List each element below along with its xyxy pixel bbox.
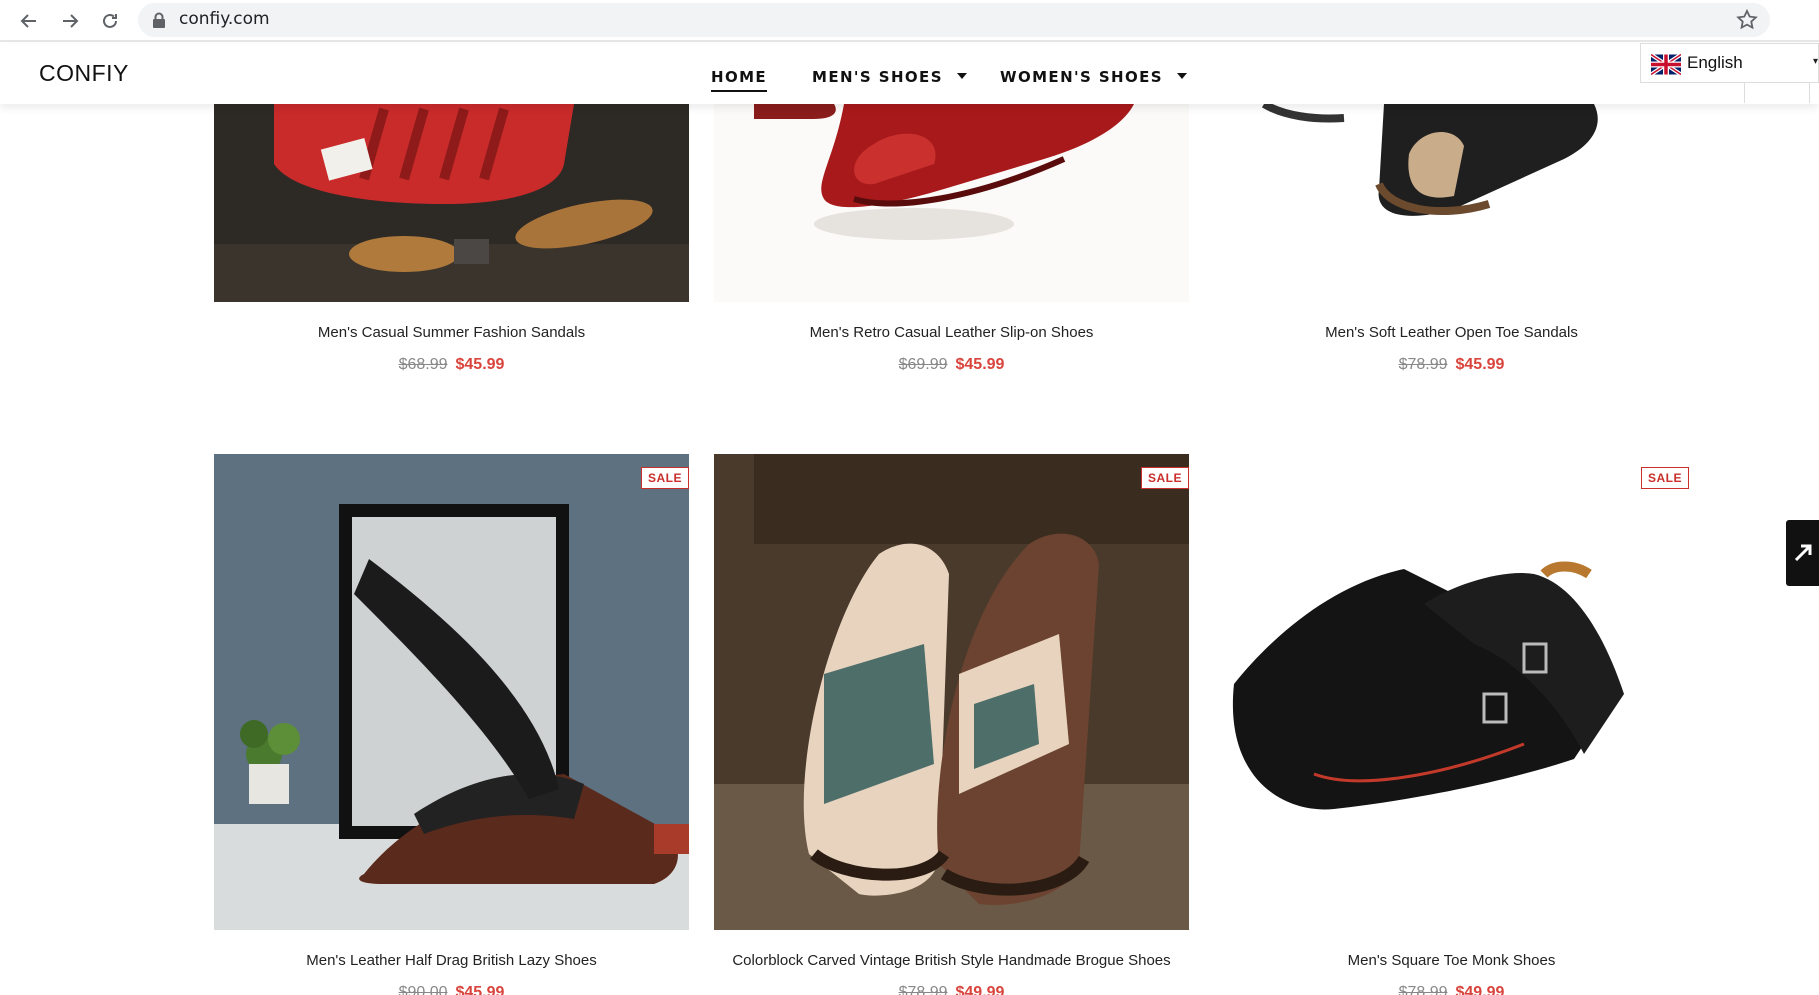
nav-womens-label: WOMEN'S SHOES — [1000, 68, 1163, 86]
chevron-down-icon: ▾ — [1812, 56, 1818, 67]
arrow-up-icon — [1794, 544, 1811, 562]
url-text[interactable]: confiy.com — [179, 9, 270, 29]
caret-down-icon — [1177, 73, 1187, 79]
old-price: $90.00 — [398, 984, 448, 995]
product-prices: $90.00 $45.99 — [214, 984, 689, 995]
product-prices: $68.99 $45.99 — [214, 356, 689, 374]
nav-womens-shoes[interactable]: WOMEN'S SHOES — [1000, 68, 1187, 86]
lock-icon — [153, 12, 165, 28]
sale-price: $49.99 — [955, 984, 1005, 995]
product-title[interactable]: Men's Square Toe Monk Shoes — [1214, 952, 1689, 969]
old-price: $68.99 — [398, 356, 448, 373]
product-prices: $78.99 $49.99 — [1214, 984, 1689, 995]
language-dropdown-edge — [1744, 83, 1810, 103]
sale-price: $45.99 — [955, 356, 1005, 373]
sale-price: $45.99 — [455, 356, 505, 373]
star-icon[interactable] — [1735, 8, 1759, 32]
browser-toolbar: confiy.com — [0, 0, 1819, 42]
old-price: $78.99 — [1398, 984, 1448, 995]
product-title[interactable]: Men's Casual Summer Fashion Sandals — [214, 324, 689, 341]
product-title[interactable]: Men's Retro Casual Leather Slip-on Shoes — [714, 324, 1189, 341]
product-prices: $78.99 $45.99 — [1214, 356, 1689, 374]
sale-price: $49.99 — [1455, 984, 1505, 995]
sale-badge: SALE — [1140, 467, 1189, 489]
sale-badge: SALE — [640, 467, 689, 489]
product-prices: $69.99 $45.99 — [714, 356, 1189, 374]
product-image[interactable] — [714, 104, 1189, 302]
product-prices: $78.99 $49.99 — [714, 984, 1189, 995]
caret-down-icon — [956, 73, 967, 79]
product-image[interactable] — [1214, 104, 1689, 302]
old-price: $78.99 — [1398, 356, 1448, 373]
old-price: $69.99 — [898, 356, 948, 373]
arrow-left-icon[interactable] — [16, 8, 42, 34]
product-image[interactable] — [214, 104, 689, 302]
reload-icon[interactable] — [97, 8, 123, 34]
old-price: $78.99 — [898, 984, 948, 995]
back-to-top-button[interactable] — [1786, 520, 1819, 586]
sale-price: $45.99 — [455, 984, 505, 995]
nav-mens-label: MEN'S SHOES — [812, 68, 943, 86]
sale-badge: SALE — [1640, 467, 1689, 489]
site-logo[interactable]: CONFIY — [39, 60, 129, 87]
nav-mens-shoes[interactable]: MEN'S SHOES — [812, 68, 967, 86]
sale-price: $45.99 — [1455, 356, 1505, 373]
language-label: English — [1687, 53, 1743, 72]
arrow-right-icon[interactable] — [57, 8, 83, 34]
product-image[interactable]: SALE — [714, 454, 1189, 930]
nav-home[interactable]: HOME — [711, 68, 768, 92]
address-bar[interactable] — [138, 3, 1770, 37]
language-selector[interactable]: English ▾ — [1640, 43, 1819, 83]
product-title[interactable]: Men's Soft Leather Open Toe Sandals — [1214, 324, 1689, 341]
site-header: CONFIY HOME MEN'S SHOES WOMEN'S SHOES — [0, 44, 1819, 104]
product-title[interactable]: Men's Leather Half Drag British Lazy Sho… — [214, 952, 689, 969]
product-title[interactable]: Colorblock Carved Vintage British Style … — [714, 952, 1189, 969]
uk-flag-icon — [1651, 54, 1681, 75]
product-image[interactable]: SALE — [214, 454, 689, 930]
product-image[interactable]: SALE — [1214, 454, 1689, 930]
